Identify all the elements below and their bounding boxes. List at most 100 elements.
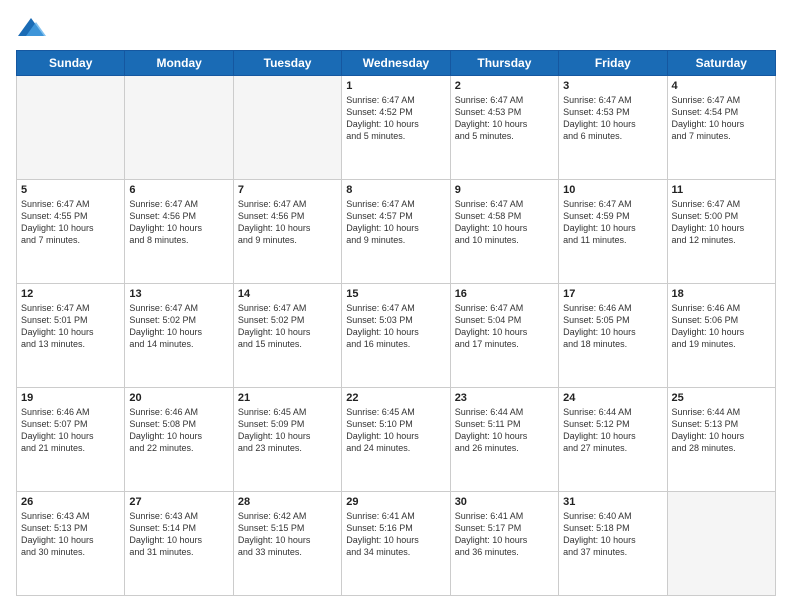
calendar-cell: 12 Sunrise: 6:47 AM Sunset: 5:01 PM Dayli… <box>17 284 125 388</box>
cell-daylight-info: Sunrise: 6:47 AM Sunset: 4:56 PM Dayligh… <box>129 198 228 247</box>
cell-daylight-info: Sunrise: 6:47 AM Sunset: 5:04 PM Dayligh… <box>455 302 554 351</box>
calendar-cell: 16 Sunrise: 6:47 AM Sunset: 5:04 PM Dayli… <box>450 284 558 388</box>
day-number: 19 <box>21 392 120 404</box>
cell-daylight-info: Sunrise: 6:47 AM Sunset: 5:01 PM Dayligh… <box>21 302 120 351</box>
cell-daylight-info: Sunrise: 6:47 AM Sunset: 4:56 PM Dayligh… <box>238 198 337 247</box>
logo-icon <box>16 16 46 40</box>
calendar-cell: 9 Sunrise: 6:47 AM Sunset: 4:58 PM Daylig… <box>450 180 558 284</box>
day-number: 24 <box>563 392 662 404</box>
day-number: 26 <box>21 496 120 508</box>
cell-daylight-info: Sunrise: 6:44 AM Sunset: 5:13 PM Dayligh… <box>672 406 771 455</box>
calendar-cell: 31 Sunrise: 6:40 AM Sunset: 5:18 PM Dayli… <box>559 492 667 596</box>
cell-daylight-info: Sunrise: 6:47 AM Sunset: 4:57 PM Dayligh… <box>346 198 445 247</box>
calendar-cell: 3Sunrise: 6:47 AM Sunset: 4:53 PM Daylig… <box>559 76 667 180</box>
calendar-cell: 4 Sunrise: 6:47 AM Sunset: 4:54 PM Daylig… <box>667 76 775 180</box>
calendar-cell: 20 Sunrise: 6:46 AM Sunset: 5:08 PM Dayli… <box>125 388 233 492</box>
calendar-cell: 5Sunrise: 6:47 AM Sunset: 4:55 PM Daylig… <box>17 180 125 284</box>
calendar-cell: 26 Sunrise: 6:43 AM Sunset: 5:13 PM Dayli… <box>17 492 125 596</box>
calendar-table: SundayMondayTuesdayWednesdayThursdayFrid… <box>16 50 776 596</box>
day-number: 8 <box>346 184 445 196</box>
cell-daylight-info: Sunrise: 6:47 AM Sunset: 5:00 PM Dayligh… <box>672 198 771 247</box>
day-number: 20 <box>129 392 228 404</box>
calendar-cell: 11Sunrise: 6:47 AM Sunset: 5:00 PM Dayli… <box>667 180 775 284</box>
calendar-cell: 23 Sunrise: 6:44 AM Sunset: 5:11 PM Dayli… <box>450 388 558 492</box>
cell-daylight-info: Sunrise: 6:45 AM Sunset: 5:10 PM Dayligh… <box>346 406 445 455</box>
weekday-header-friday: Friday <box>559 51 667 76</box>
day-number: 23 <box>455 392 554 404</box>
day-number: 30 <box>455 496 554 508</box>
day-number: 22 <box>346 392 445 404</box>
day-number: 17 <box>563 288 662 300</box>
cell-daylight-info: Sunrise: 6:47 AM Sunset: 4:58 PM Dayligh… <box>455 198 554 247</box>
calendar-cell <box>17 76 125 180</box>
cell-daylight-info: Sunrise: 6:47 AM Sunset: 4:55 PM Dayligh… <box>21 198 120 247</box>
cell-daylight-info: Sunrise: 6:47 AM Sunset: 4:59 PM Dayligh… <box>563 198 662 247</box>
cell-daylight-info: Sunrise: 6:44 AM Sunset: 5:12 PM Dayligh… <box>563 406 662 455</box>
day-number: 10 <box>563 184 662 196</box>
calendar-cell: 28 Sunrise: 6:42 AM Sunset: 5:15 PM Dayli… <box>233 492 341 596</box>
calendar-cell <box>125 76 233 180</box>
calendar-cell: 22 Sunrise: 6:45 AM Sunset: 5:10 PM Dayli… <box>342 388 450 492</box>
day-number: 13 <box>129 288 228 300</box>
calendar-cell: 29Sunrise: 6:41 AM Sunset: 5:16 PM Dayli… <box>342 492 450 596</box>
calendar-week-5: 26 Sunrise: 6:43 AM Sunset: 5:13 PM Dayli… <box>17 492 776 596</box>
day-number: 12 <box>21 288 120 300</box>
page: SundayMondayTuesdayWednesdayThursdayFrid… <box>0 0 792 612</box>
weekday-header-tuesday: Tuesday <box>233 51 341 76</box>
calendar-cell: 2Sunrise: 6:47 AM Sunset: 4:53 PM Daylig… <box>450 76 558 180</box>
day-number: 31 <box>563 496 662 508</box>
day-number: 7 <box>238 184 337 196</box>
calendar-cell <box>233 76 341 180</box>
cell-daylight-info: Sunrise: 6:44 AM Sunset: 5:11 PM Dayligh… <box>455 406 554 455</box>
day-number: 28 <box>238 496 337 508</box>
weekday-header-saturday: Saturday <box>667 51 775 76</box>
day-number: 16 <box>455 288 554 300</box>
day-number: 1 <box>346 80 445 92</box>
day-number: 25 <box>672 392 771 404</box>
calendar-cell: 10 Sunrise: 6:47 AM Sunset: 4:59 PM Dayli… <box>559 180 667 284</box>
weekday-header-wednesday: Wednesday <box>342 51 450 76</box>
cell-daylight-info: Sunrise: 6:43 AM Sunset: 5:13 PM Dayligh… <box>21 510 120 559</box>
cell-daylight-info: Sunrise: 6:47 AM Sunset: 5:02 PM Dayligh… <box>129 302 228 351</box>
day-number: 9 <box>455 184 554 196</box>
day-number: 4 <box>672 80 771 92</box>
cell-daylight-info: Sunrise: 6:40 AM Sunset: 5:18 PM Dayligh… <box>563 510 662 559</box>
calendar-cell: 30 Sunrise: 6:41 AM Sunset: 5:17 PM Dayli… <box>450 492 558 596</box>
cell-daylight-info: Sunrise: 6:47 AM Sunset: 4:53 PM Dayligh… <box>455 94 554 143</box>
cell-daylight-info: Sunrise: 6:42 AM Sunset: 5:15 PM Dayligh… <box>238 510 337 559</box>
calendar-cell: 18 Sunrise: 6:46 AM Sunset: 5:06 PM Dayli… <box>667 284 775 388</box>
calendar-cell: 15Sunrise: 6:47 AM Sunset: 5:03 PM Dayli… <box>342 284 450 388</box>
day-number: 18 <box>672 288 771 300</box>
calendar-cell: 13 Sunrise: 6:47 AM Sunset: 5:02 PM Dayli… <box>125 284 233 388</box>
cell-daylight-info: Sunrise: 6:47 AM Sunset: 4:54 PM Dayligh… <box>672 94 771 143</box>
day-number: 6 <box>129 184 228 196</box>
calendar-cell: 25 Sunrise: 6:44 AM Sunset: 5:13 PM Dayli… <box>667 388 775 492</box>
cell-daylight-info: Sunrise: 6:46 AM Sunset: 5:07 PM Dayligh… <box>21 406 120 455</box>
weekday-header-row: SundayMondayTuesdayWednesdayThursdayFrid… <box>17 51 776 76</box>
calendar-cell: 21 Sunrise: 6:45 AM Sunset: 5:09 PM Dayli… <box>233 388 341 492</box>
cell-daylight-info: Sunrise: 6:46 AM Sunset: 5:06 PM Dayligh… <box>672 302 771 351</box>
cell-daylight-info: Sunrise: 6:46 AM Sunset: 5:08 PM Dayligh… <box>129 406 228 455</box>
cell-daylight-info: Sunrise: 6:47 AM Sunset: 5:02 PM Dayligh… <box>238 302 337 351</box>
cell-daylight-info: Sunrise: 6:47 AM Sunset: 5:03 PM Dayligh… <box>346 302 445 351</box>
cell-daylight-info: Sunrise: 6:47 AM Sunset: 4:52 PM Dayligh… <box>346 94 445 143</box>
calendar-cell: 7 Sunrise: 6:47 AM Sunset: 4:56 PM Daylig… <box>233 180 341 284</box>
weekday-header-sunday: Sunday <box>17 51 125 76</box>
calendar-cell <box>667 492 775 596</box>
header <box>16 16 776 40</box>
cell-daylight-info: Sunrise: 6:43 AM Sunset: 5:14 PM Dayligh… <box>129 510 228 559</box>
cell-daylight-info: Sunrise: 6:41 AM Sunset: 5:17 PM Dayligh… <box>455 510 554 559</box>
calendar-cell: 8 Sunrise: 6:47 AM Sunset: 4:57 PM Daylig… <box>342 180 450 284</box>
cell-daylight-info: Sunrise: 6:47 AM Sunset: 4:53 PM Dayligh… <box>563 94 662 143</box>
calendar-week-1: 1 Sunrise: 6:47 AM Sunset: 4:52 PM Daylig… <box>17 76 776 180</box>
cell-daylight-info: Sunrise: 6:41 AM Sunset: 5:16 PM Dayligh… <box>346 510 445 559</box>
day-number: 21 <box>238 392 337 404</box>
weekday-header-thursday: Thursday <box>450 51 558 76</box>
calendar-week-2: 5Sunrise: 6:47 AM Sunset: 4:55 PM Daylig… <box>17 180 776 284</box>
cell-daylight-info: Sunrise: 6:45 AM Sunset: 5:09 PM Dayligh… <box>238 406 337 455</box>
weekday-header-monday: Monday <box>125 51 233 76</box>
calendar-cell: 19 Sunrise: 6:46 AM Sunset: 5:07 PM Dayli… <box>17 388 125 492</box>
day-number: 27 <box>129 496 228 508</box>
calendar-week-4: 19 Sunrise: 6:46 AM Sunset: 5:07 PM Dayli… <box>17 388 776 492</box>
calendar-cell: 17Sunrise: 6:46 AM Sunset: 5:05 PM Dayli… <box>559 284 667 388</box>
